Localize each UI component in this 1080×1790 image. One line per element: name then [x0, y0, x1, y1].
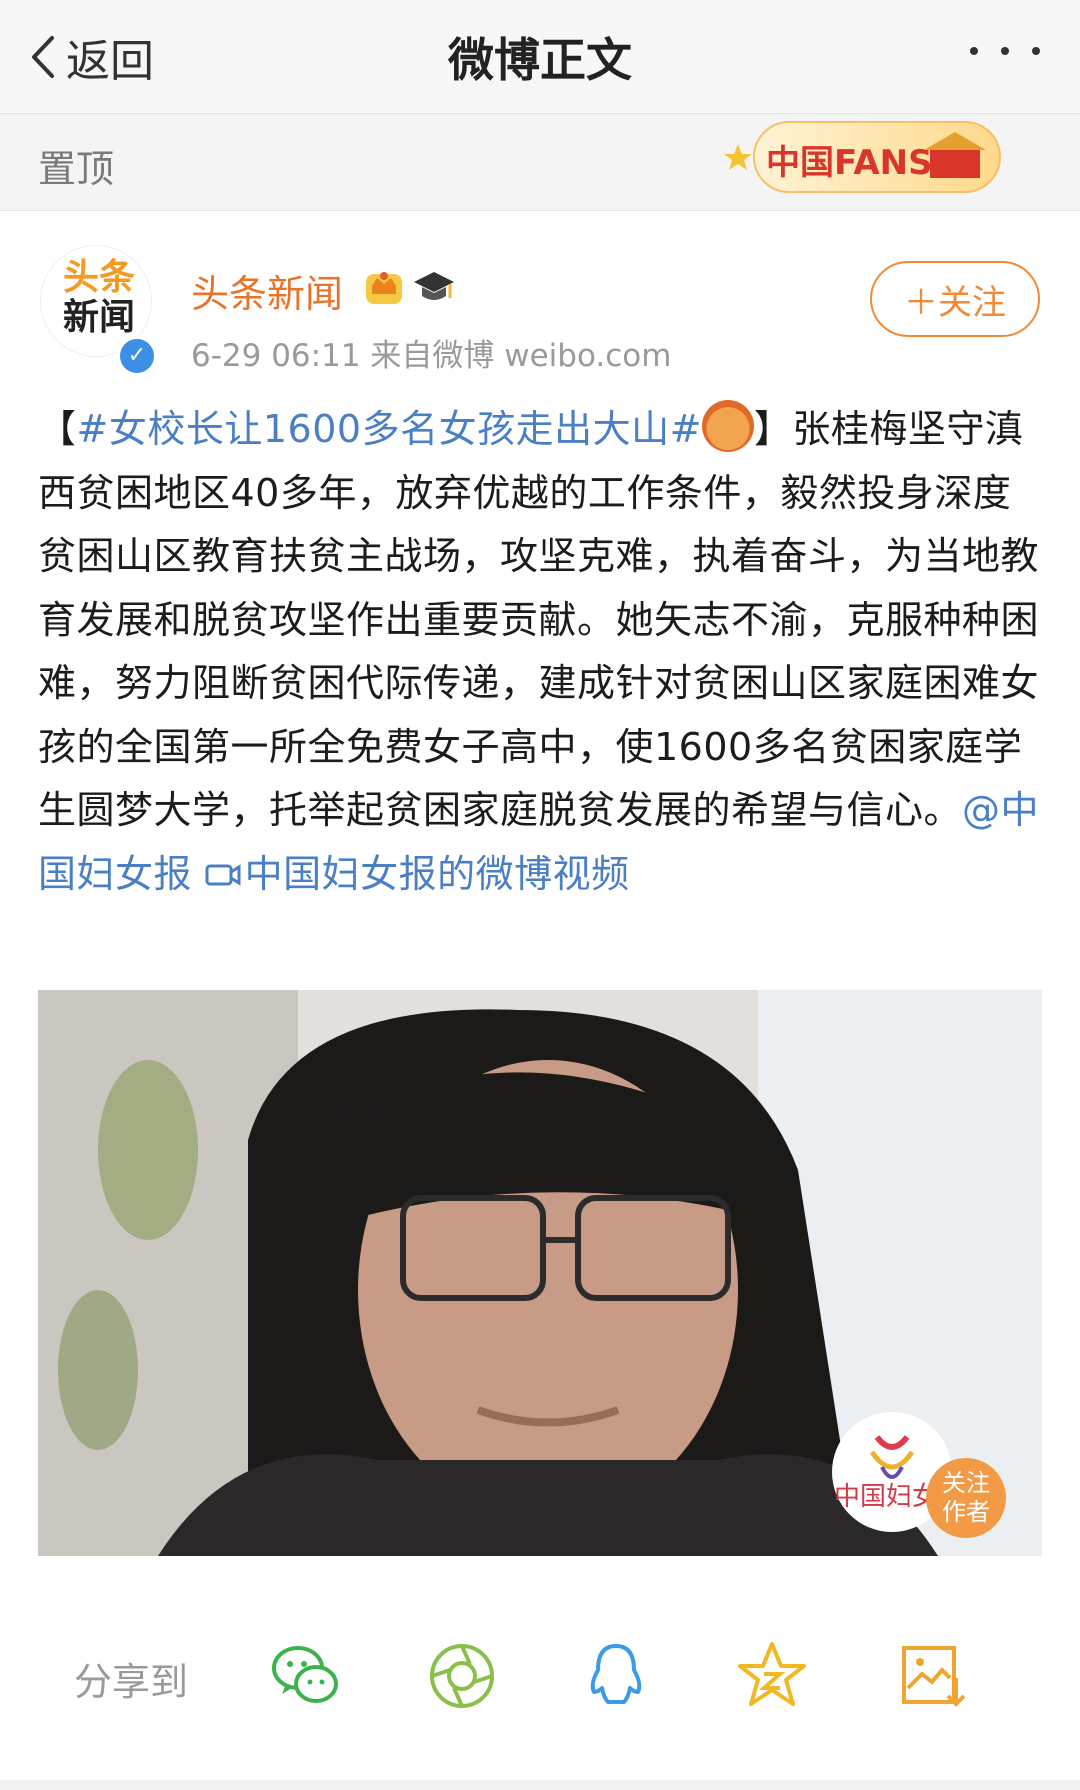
- post-body-text: 张桂梅坚守滇西贫困地区40多年，放弃优越的工作条件，毅然投身深度贫困山区教育扶贫…: [38, 407, 1040, 832]
- qq-icon[interactable]: [578, 1638, 654, 1714]
- video-link[interactable]: 中国妇女报的微博视频: [205, 852, 630, 896]
- pinned-label: 置顶: [38, 147, 115, 191]
- moments-icon[interactable]: [424, 1638, 500, 1714]
- crown-vip-icon[interactable]: [362, 264, 406, 308]
- follow-author-line2: 作者: [942, 1498, 990, 1526]
- hashtag-link[interactable]: #女校长让1600多名女孩走出大山#: [77, 407, 702, 451]
- wechat-icon[interactable]: [268, 1638, 344, 1714]
- follow-author-button[interactable]: 关注 作者: [926, 1458, 1006, 1538]
- bracket-open: 【: [38, 407, 77, 451]
- page-title: 微博正文: [448, 33, 632, 87]
- video-link-label: 中国妇女报的微博视频: [244, 851, 630, 896]
- qzone-icon[interactable]: [734, 1638, 810, 1714]
- more-options-icon[interactable]: [970, 40, 1040, 62]
- graduation-cap-icon[interactable]: [412, 264, 456, 308]
- avatar-text-top: 头条: [62, 257, 135, 298]
- china-fans-text: 中国FANS: [766, 143, 933, 183]
- avatar-text-bottom: 新闻: [62, 297, 135, 338]
- china-fans-badge[interactable]: 中国FANS: [724, 108, 1006, 204]
- post-body: 【#女校长让1600多名女孩走出大山# 】张桂梅坚守滇西贫困地区40多年，放弃优越…: [38, 398, 1048, 906]
- follow-button[interactable]: ＋关注: [870, 261, 1040, 337]
- share-label: 分享到: [74, 1660, 189, 1704]
- follow-author-line1: 关注: [942, 1469, 990, 1497]
- clapping-emoji-icon: [701, 400, 754, 452]
- bracket-close: 】: [753, 407, 793, 451]
- verified-check-icon: ✓: [117, 336, 157, 376]
- video-link-icon: [205, 863, 241, 886]
- post-timestamp-source: 6-29 06:11 来自微博 weibo.com: [191, 338, 672, 374]
- watermark-text: 中国妇女: [834, 1482, 939, 1512]
- save-image-icon[interactable]: [896, 1638, 972, 1714]
- navigation-bar: 返回 微博正文: [0, 0, 1080, 114]
- author-name[interactable]: 头条新闻: [191, 263, 343, 318]
- bottom-strip: [0, 1780, 1080, 1790]
